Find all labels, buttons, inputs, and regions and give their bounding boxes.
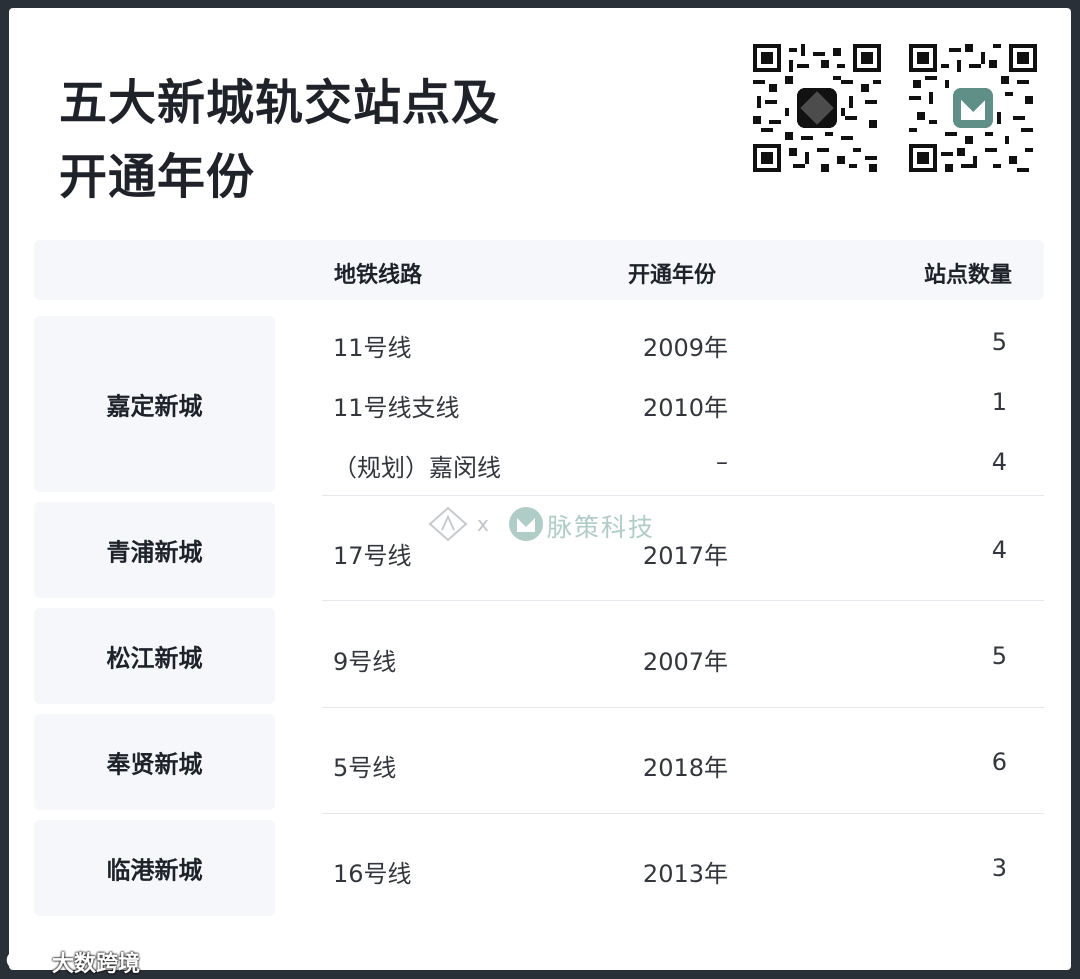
- table-card: 五大新城轨交站点及 开通年份 地铁线路 开通年份 站点数量 嘉定新城 青浦新城 …: [9, 8, 1071, 970]
- table-row: （规划）嘉闵线 – 4: [322, 442, 1044, 482]
- city-cell-fengxian: 奉贤新城: [34, 714, 275, 810]
- city-cell-jiading: 嘉定新城: [34, 316, 275, 492]
- row-divider: [322, 707, 1044, 708]
- cell-line: 17号线: [333, 542, 412, 570]
- city-label: 青浦新城: [106, 538, 203, 567]
- watermark-x: x: [477, 512, 489, 536]
- cell-count: 5: [991, 642, 1007, 670]
- cell-line: 11号线支线: [333, 394, 460, 422]
- corner-logo-icon: [6, 948, 47, 970]
- page-title: 五大新城轨交站点及 开通年份: [59, 66, 619, 214]
- table-row: 11号线支线 2010年 1: [322, 382, 1044, 422]
- cell-count: 4: [991, 536, 1007, 564]
- table-header: 地铁线路 开通年份 站点数量: [34, 240, 1044, 300]
- cell-year: –: [716, 448, 728, 476]
- cell-line: 16号线: [333, 860, 412, 888]
- header-year: 开通年份: [628, 263, 717, 288]
- cell-year: 2010年: [642, 394, 728, 422]
- cell-count: 5: [991, 328, 1007, 356]
- cell-count: 1: [991, 388, 1007, 416]
- cell-line: （规划）嘉闵线: [333, 454, 501, 482]
- city-label: 松江新城: [106, 644, 203, 673]
- title-line-1: 五大新城轨交站点及: [59, 75, 501, 131]
- cell-year: 2007年: [642, 648, 728, 676]
- cell-year: 2013年: [642, 860, 728, 888]
- row-divider: [322, 495, 1044, 496]
- cell-count: 6: [991, 748, 1007, 776]
- city-cell-lingang: 临港新城: [34, 820, 275, 916]
- title-line-2: 开通年份: [59, 149, 256, 205]
- watermark-brand: 脉策科技: [547, 513, 656, 542]
- cell-line: 5号线: [333, 754, 397, 782]
- diamond-logo-icon: [428, 506, 468, 542]
- brand-logo-icon: [509, 507, 543, 541]
- qr-code-1: [753, 44, 881, 172]
- corner-watermark-text: 大数跨境: [52, 952, 141, 977]
- city-cell-songjiang: 松江新城: [34, 608, 275, 704]
- cell-line: 11号线: [333, 334, 412, 362]
- table-row: 16号线 2013年 3: [322, 848, 1044, 888]
- header-line: 地铁线路: [334, 263, 423, 288]
- qr-code-2: [909, 44, 1037, 172]
- row-divider: [322, 600, 1044, 601]
- row-divider: [322, 813, 1044, 814]
- table-row: 9号线 2007年 5: [322, 636, 1044, 676]
- city-label: 奉贤新城: [106, 750, 203, 779]
- table-row: 5号线 2018年 6: [322, 742, 1044, 782]
- city-label: 嘉定新城: [106, 392, 203, 421]
- city-cell-qingpu: 青浦新城: [34, 502, 275, 598]
- cell-count: 4: [991, 448, 1007, 476]
- header-count: 站点数量: [923, 263, 1012, 288]
- cell-year: 2018年: [642, 754, 728, 782]
- cell-year: 2009年: [642, 334, 728, 362]
- city-label: 临港新城: [106, 856, 203, 885]
- table-row: 11号线 2009年 5: [322, 322, 1044, 362]
- cell-count: 3: [991, 854, 1007, 882]
- cell-line: 9号线: [333, 648, 397, 676]
